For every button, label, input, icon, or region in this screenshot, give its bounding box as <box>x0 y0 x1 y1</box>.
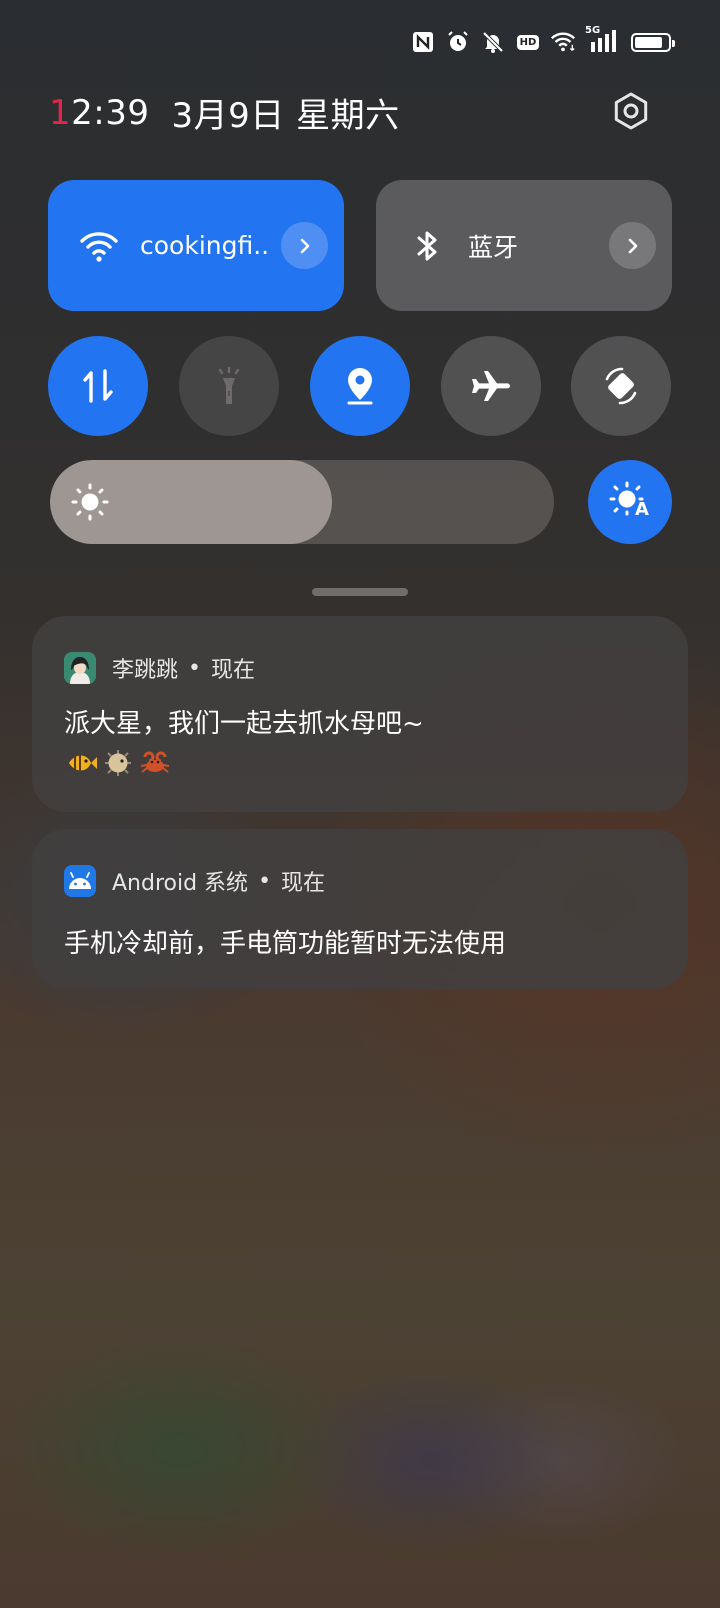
status-bar: HD 5G <box>410 22 675 62</box>
notification-header: 李跳跳 • 现在 <box>64 652 255 684</box>
blowfish-emoji <box>101 748 134 778</box>
datetime-row: 1 2:39 3月9日 星期六 <box>49 88 400 137</box>
airplane-mode-toggle[interactable] <box>441 336 541 436</box>
data-arrows-icon <box>83 369 113 403</box>
battery-indicator <box>631 32 675 52</box>
separator-dot: • <box>258 868 272 894</box>
notification-body: 手机冷却前，手电筒功能暂时无法使用 <box>64 929 507 959</box>
bluetooth-tile[interactable]: 蓝牙 <box>376 180 672 311</box>
bluetooth-icon <box>406 225 448 267</box>
notification-card[interactable]: 李跳跳 • 现在 派大星，我们一起去抓水母吧~ <box>32 616 688 812</box>
auto-rotate-toggle[interactable] <box>571 336 671 436</box>
wifi-signal-icon <box>550 29 576 55</box>
alarm-icon <box>445 29 471 55</box>
bluetooth-label: 蓝牙 <box>468 232 519 262</box>
mobile-data-toggle[interactable] <box>48 336 148 436</box>
wifi-network-name: cookingfi.. <box>140 231 270 260</box>
rotate-icon <box>605 367 637 405</box>
android-app-icon <box>64 865 96 897</box>
notification-time: 现在 <box>211 658 256 683</box>
emoji-row <box>64 748 171 778</box>
wifi-icon <box>78 225 120 267</box>
flashlight-toggle[interactable] <box>179 336 279 436</box>
sun-icon <box>70 482 110 522</box>
location-pin-icon <box>347 368 373 405</box>
auto-brightness-toggle[interactable]: A <box>588 460 672 544</box>
nfc-icon <box>410 29 436 55</box>
chevron-right-icon <box>628 238 637 253</box>
hd-label: HD <box>516 34 540 50</box>
wifi-tile[interactable]: cookingfi.. <box>48 180 344 311</box>
notification-card[interactable]: Android 系统 • 现在 手机冷却前，手电筒功能暂时无法使用 <box>32 829 688 989</box>
date-label: 3月9日 星期六 <box>171 96 400 136</box>
avatar-app-icon <box>64 652 96 684</box>
notification-app-name: Android 系统 <box>112 871 249 896</box>
5g-signal-icon: 5G <box>585 25 619 55</box>
hd-icon: HD <box>515 29 541 55</box>
settings-button[interactable] <box>610 90 652 132</box>
wifi-expand-button[interactable] <box>281 222 328 269</box>
location-toggle[interactable] <box>310 336 410 436</box>
network-label: 5G <box>585 25 601 36</box>
tropical-fish-emoji <box>64 748 97 778</box>
crab-emoji <box>138 748 171 778</box>
auto-brightness-label: A <box>635 499 649 520</box>
battery-icon <box>628 29 675 55</box>
time-rest: 2:39 <box>71 92 150 133</box>
mute-notifications-icon <box>480 29 506 55</box>
flashlight-icon <box>218 366 240 404</box>
notification-body: 派大星，我们一起去抓水母吧~ <box>64 709 424 739</box>
bluetooth-expand-button[interactable] <box>609 222 656 269</box>
chevron-right-icon <box>300 238 309 253</box>
gear-icon <box>614 92 648 130</box>
panel-drag-handle[interactable] <box>312 588 408 596</box>
time-first-digit: 1 <box>49 92 72 133</box>
brightness-slider[interactable] <box>50 460 554 544</box>
notification-app-name: 李跳跳 <box>112 658 179 683</box>
auto-brightness-icon: A <box>608 480 652 524</box>
airplane-icon <box>472 371 510 401</box>
notification-header: Android 系统 • 现在 <box>64 865 325 897</box>
notification-time: 现在 <box>281 871 326 896</box>
separator-dot: • <box>188 655 201 681</box>
battery-fill <box>635 36 663 48</box>
